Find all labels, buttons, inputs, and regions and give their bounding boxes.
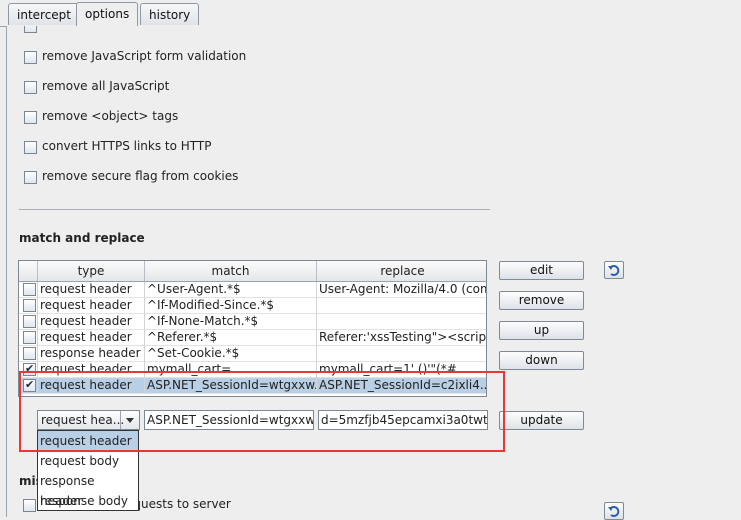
row-type: request header: [38, 298, 145, 314]
dropdown-option-request-header[interactable]: request header: [38, 431, 138, 451]
row-match: ^If-Modified-Since.*$: [145, 298, 317, 314]
option-checkbox-partial[interactable]: [24, 26, 37, 33]
row-enabled-checkbox[interactable]: [23, 315, 36, 328]
dropdown-option-request-body[interactable]: request body: [38, 451, 138, 471]
table-row-selected[interactable]: request header ASP.NET_SessionId=wtgxxw.…: [19, 378, 486, 394]
remove-button[interactable]: remove: [499, 291, 584, 310]
tab-bar: intercept options history: [0, 0, 741, 27]
match-replace-table: type match replace request header ^User-…: [18, 260, 487, 397]
row-match: ^Referer.*$: [145, 330, 317, 346]
tab-history[interactable]: history: [140, 3, 200, 25]
column-header-match[interactable]: match: [145, 261, 317, 281]
row-enabled-checkbox[interactable]: [23, 347, 36, 360]
row-type: request header: [38, 378, 145, 394]
dropdown-option-response-header[interactable]: response header: [38, 471, 138, 508]
restore-defaults-button[interactable]: [604, 261, 624, 279]
table-row[interactable]: request header mymall_cart= mymall_cart=…: [19, 362, 486, 378]
row-match: ^If-None-Match.*$: [145, 314, 317, 330]
column-header-replace[interactable]: replace: [317, 261, 486, 281]
row-match: ^User-Agent.*$: [145, 282, 317, 298]
table-row[interactable]: request header ^Referer.*$ Referer:'xssT…: [19, 330, 486, 346]
type-select-value: request hea...: [41, 413, 125, 427]
option-label: remove secure flag from cookies: [42, 169, 239, 183]
row-type: response header: [38, 346, 145, 362]
tab-options[interactable]: options: [76, 2, 139, 27]
up-button[interactable]: up: [499, 321, 584, 340]
option-checkbox-remove-all-js[interactable]: [24, 81, 37, 94]
row-replace: mymall_cart=1' ()'"(*#: [319, 362, 457, 376]
down-button[interactable]: down: [499, 351, 584, 370]
misc-option-checkbox[interactable]: [23, 499, 36, 512]
undo-icon: [608, 506, 620, 517]
option-label: remove all JavaScript: [42, 79, 170, 93]
option-label: remove JavaScript form validation: [42, 49, 247, 63]
option-checkbox-remove-object-tags[interactable]: [24, 111, 37, 124]
replace-input[interactable]: d=5mzfjb45epcamxi3a0twtg55: [318, 410, 488, 430]
restore-defaults-button-misc[interactable]: [604, 502, 624, 520]
row-replace: [317, 314, 486, 330]
table-header: type match replace: [19, 261, 486, 282]
option-label: remove <object> tags: [42, 109, 179, 123]
match-input[interactable]: ASP.NET_SessionId=wtgxxwm: [144, 410, 314, 430]
column-header-type[interactable]: type: [38, 261, 145, 281]
row-replace: User-Agent: Mozilla/4.0 (com...: [319, 282, 487, 296]
table-row[interactable]: response header ^Set-Cookie.*$: [19, 346, 486, 362]
row-replace: [317, 346, 486, 362]
row-match: ^Set-Cookie.*$: [145, 346, 317, 362]
chevron-down-icon[interactable]: [120, 411, 139, 429]
row-match: ASP.NET_SessionId=wtgxxw...: [147, 378, 317, 394]
tab-intercept[interactable]: intercept: [8, 3, 80, 25]
undo-icon: [608, 265, 620, 276]
option-label: convert HTTPS links to HTTP: [42, 139, 212, 153]
option-checkbox-remove-secure-flag[interactable]: [24, 171, 37, 184]
row-type: request header: [38, 314, 145, 330]
row-enabled-checkbox[interactable]: [23, 299, 36, 312]
row-type: request header: [38, 282, 145, 298]
option-checkbox-remove-js-form-validation[interactable]: [24, 51, 37, 64]
table-row[interactable]: request header ^User-Agent.*$ User-Agent…: [19, 282, 486, 298]
misc-option-label: equests to server: [126, 497, 231, 511]
row-replace: Referer:'xssTesting"><script...: [319, 330, 487, 344]
section-title-match-replace: match and replace: [19, 231, 145, 245]
row-type: request header: [38, 330, 145, 346]
row-enabled-checkbox[interactable]: [23, 331, 36, 344]
section-divider: [19, 209, 490, 210]
type-select[interactable]: request hea...: [37, 410, 140, 430]
edit-button[interactable]: edit: [499, 261, 584, 280]
dropdown-option-response-body[interactable]: response body: [38, 491, 138, 511]
row-match: mymall_cart=: [145, 362, 317, 378]
row-enabled-checkbox[interactable]: [23, 362, 36, 376]
table-row[interactable]: request header ^If-Modified-Since.*$: [19, 298, 486, 314]
row-enabled-checkbox[interactable]: [23, 283, 36, 296]
update-button[interactable]: update: [499, 411, 584, 430]
type-dropdown-list: request header request body response hea…: [37, 430, 139, 511]
row-type: request header: [38, 362, 145, 378]
table-row[interactable]: request header ^If-None-Match.*$: [19, 314, 486, 330]
option-checkbox-convert-https[interactable]: [24, 141, 37, 154]
row-replace: [317, 298, 486, 314]
row-replace: ASP.NET_SessionId=c2ixli4...: [319, 378, 487, 392]
column-header-enabled[interactable]: [19, 261, 38, 281]
row-enabled-checkbox[interactable]: [23, 378, 36, 392]
